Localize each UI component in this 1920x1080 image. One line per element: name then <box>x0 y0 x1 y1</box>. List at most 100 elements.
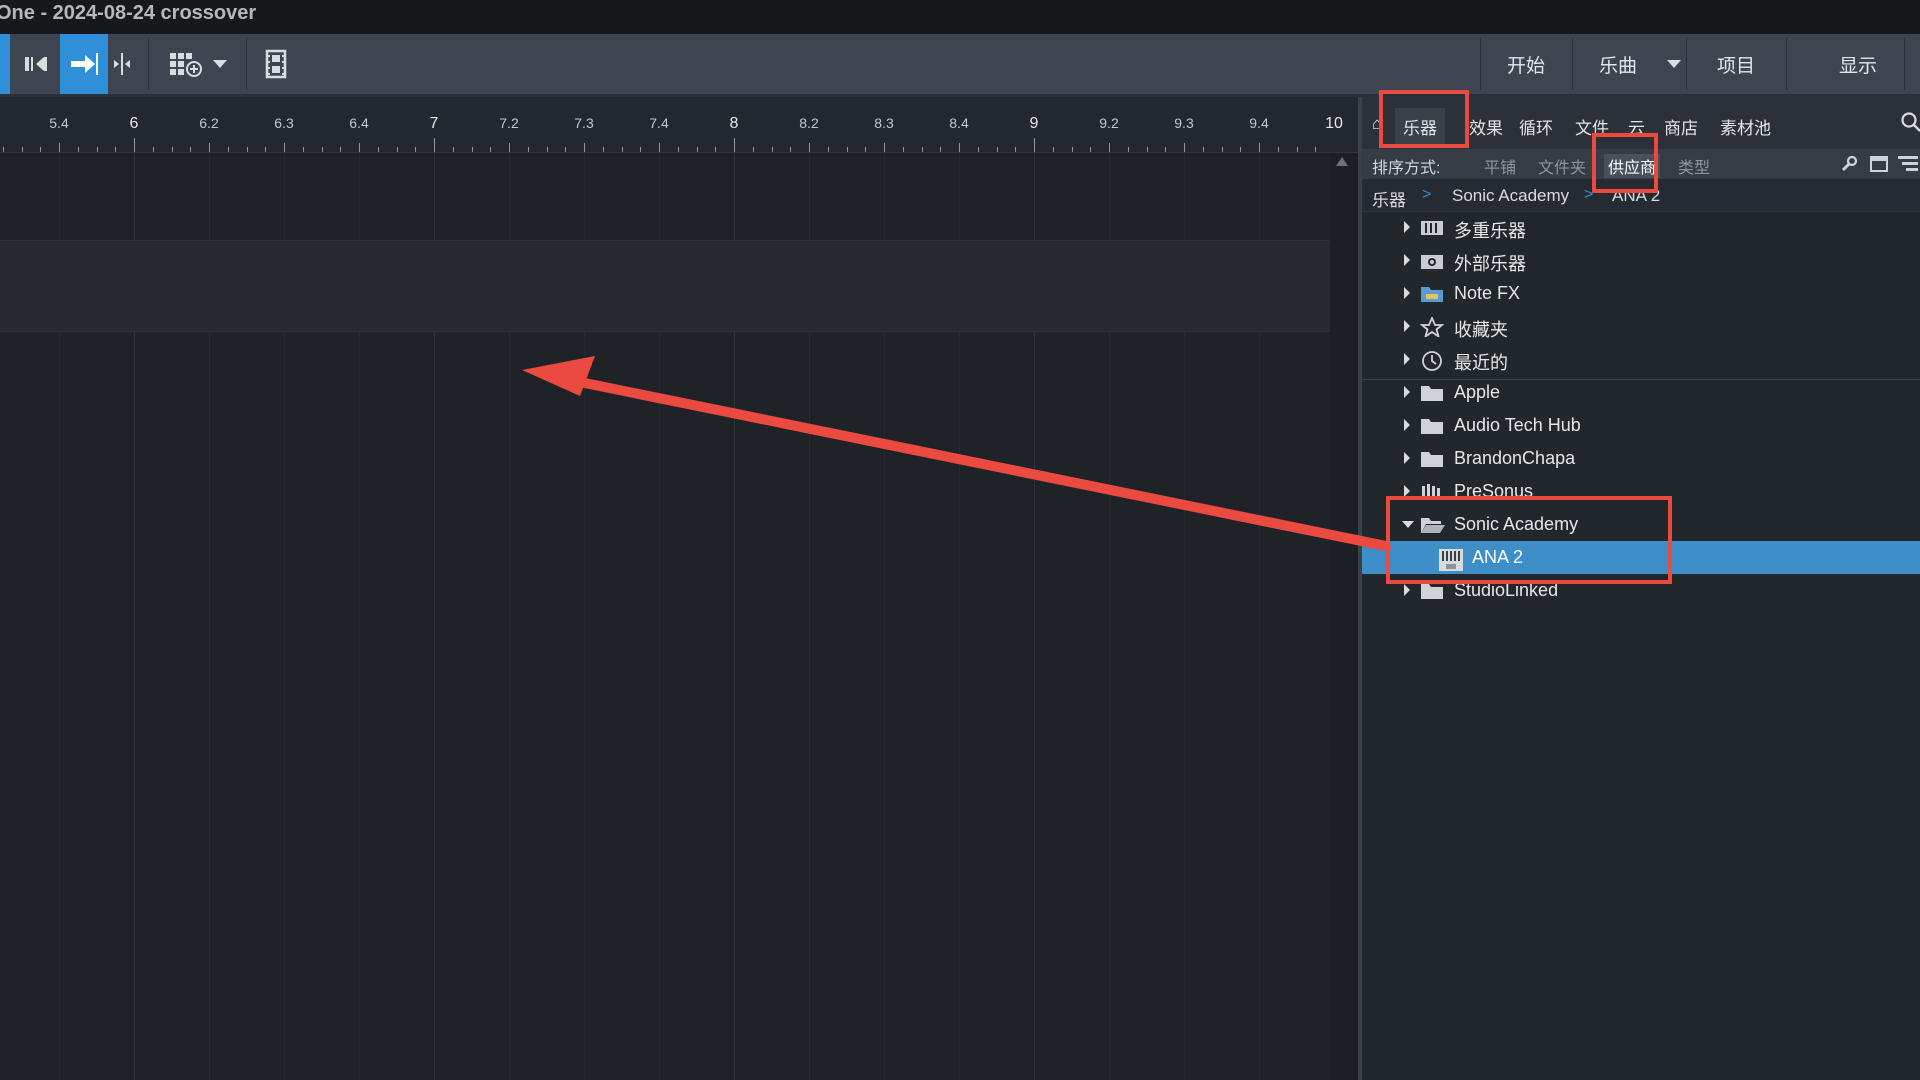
list-view-icon[interactable] <box>1898 155 1920 178</box>
tree-item-favorites[interactable]: 收藏夹 <box>1362 310 1920 343</box>
project-button[interactable]: 项目 <box>1690 34 1782 94</box>
note-fx-folder-icon <box>1420 284 1444 303</box>
browser-tabs: ⌂ 乐器 效果 循环 文件 云 商店 素材池 <box>1362 97 1920 149</box>
expand-arrow-icon[interactable] <box>1404 287 1410 299</box>
ruler-tick <box>397 147 398 152</box>
grid-add-icon[interactable] <box>164 34 208 94</box>
expand-arrow-icon[interactable] <box>1404 353 1410 365</box>
ruler-tick <box>584 143 585 152</box>
ruler-label: 6.4 <box>349 115 369 131</box>
ruler-label: 9.3 <box>1174 115 1194 131</box>
expand-arrow-icon[interactable] <box>1404 419 1410 431</box>
scroll-up-arrow-icon[interactable] <box>1336 157 1348 166</box>
title-bar: One - 2024-08-24 crossover <box>0 0 1920 34</box>
wrench-icon[interactable] <box>1840 155 1858 178</box>
window-icon[interactable] <box>1870 155 1888 178</box>
tree-item-label: PreSonus <box>1454 481 1534 501</box>
tree-item-ana2[interactable]: ANA 2 <box>1362 541 1920 574</box>
split-view-icon[interactable] <box>108 34 136 94</box>
presonus-icon <box>1420 482 1444 501</box>
ruler-tick <box>884 143 885 152</box>
tool-left-edge-button[interactable] <box>0 34 10 94</box>
ruler-label: 8.2 <box>799 115 819 131</box>
home-icon[interactable]: ⌂ <box>1372 114 1382 134</box>
tree-item-multi-instruments[interactable]: 多重乐器 <box>1362 211 1920 244</box>
expand-arrow-icon[interactable] <box>1404 452 1410 464</box>
arrangement-editor[interactable]: 5.4 6 6.2 6.3 6.4 7 7.2 7.3 7.4 8 8.2 8.3 8.4 9 9.2 9.3… <box>0 97 1358 1080</box>
tab-instruments[interactable]: 乐器 <box>1395 108 1445 145</box>
start-button[interactable]: 开始 <box>1482 34 1570 94</box>
tree-item-presonus[interactable]: PreSonus <box>1362 475 1920 508</box>
ruler-tick <box>734 138 735 152</box>
ruler-tick <box>1072 147 1073 152</box>
expand-arrow-icon[interactable] <box>1404 221 1410 233</box>
ruler-tick <box>209 143 210 152</box>
tab-effects[interactable]: 效果 <box>1469 114 1503 139</box>
tree-item-label: 外部乐器 <box>1454 254 1526 274</box>
tree-item-label: ANA 2 <box>1472 547 1524 567</box>
tab-loops[interactable]: 循环 <box>1519 114 1553 139</box>
sort-option-type[interactable]: 类型 <box>1678 154 1710 178</box>
song-dropdown-chevron-down-icon[interactable] <box>1660 34 1688 94</box>
tree-item-recent[interactable]: 最近的 <box>1362 343 1920 376</box>
ruler-tick <box>59 143 60 152</box>
search-icon[interactable] <box>1900 111 1920 138</box>
song-button[interactable]: 乐曲 <box>1574 34 1662 94</box>
ruler-tick <box>978 147 979 152</box>
tree-item-external-instruments[interactable]: 外部乐器 <box>1362 244 1920 277</box>
ruler-label: 7.2 <box>499 115 519 131</box>
tree-item-apple[interactable]: Apple <box>1362 376 1920 409</box>
tree-item-audio-tech-hub[interactable]: Audio Tech Hub <box>1362 409 1920 442</box>
tree-item-sonic-academy[interactable]: Sonic Academy <box>1362 508 1920 541</box>
ruler-tick <box>1222 147 1223 152</box>
breadcrumb-instruments[interactable]: 乐器 <box>1372 186 1406 211</box>
expand-arrow-icon[interactable] <box>1404 485 1410 497</box>
folder-icon <box>1420 416 1444 435</box>
show-button[interactable]: 显示 <box>1816 34 1900 94</box>
ruler-label: 9 <box>1029 115 1039 132</box>
ruler-tick <box>1034 138 1035 152</box>
ruler-tick <box>1315 147 1316 152</box>
ruler-tick <box>1297 147 1298 152</box>
ruler-tick <box>40 147 41 152</box>
sort-option-folder[interactable]: 文件夹 <box>1538 154 1586 178</box>
ruler-tick <box>959 143 960 152</box>
video-film-icon[interactable] <box>258 34 294 94</box>
expand-arrow-icon[interactable] <box>1404 386 1410 398</box>
tab-pool[interactable]: 素材池 <box>1720 114 1771 139</box>
tab-shop[interactable]: 商店 <box>1664 114 1698 139</box>
chevron-down-icon[interactable] <box>208 34 232 94</box>
ruler-label: 9.4 <box>1249 115 1269 131</box>
ruler-tick <box>622 147 623 152</box>
tab-files[interactable]: 文件 <box>1575 114 1609 139</box>
tree-item-brandonchapa[interactable]: BrandonChapa <box>1362 442 1920 475</box>
ruler-tick <box>340 147 341 152</box>
tree-item-studiolinked[interactable]: StudioLinked <box>1362 574 1920 607</box>
ruler-tick <box>78 147 79 152</box>
tab-cloud[interactable]: 云 <box>1628 114 1645 139</box>
ruler-tick <box>1128 147 1129 152</box>
ruler-tick <box>903 147 904 152</box>
tree-item-label: 多重乐器 <box>1454 221 1526 241</box>
ruler-tick <box>490 147 491 152</box>
timeline-ruler[interactable]: 5.4 6 6.2 6.3 6.4 7 7.2 7.3 7.4 8 8.2 8.3 8.4 9 9.2 9.3… <box>0 97 1358 153</box>
ruler-label: 7 <box>429 115 439 132</box>
expand-arrow-icon[interactable] <box>1404 584 1410 596</box>
collapse-arrow-icon[interactable] <box>1402 521 1414 528</box>
ruler-label: 6.2 <box>199 115 219 131</box>
tree-item-note-fx[interactable]: Note FX <box>1362 277 1920 310</box>
breadcrumb-sonic-academy[interactable]: Sonic Academy <box>1452 186 1569 206</box>
expand-arrow-icon[interactable] <box>1404 254 1410 266</box>
ruler-tick <box>809 143 810 152</box>
vertical-scrollbar[interactable] <box>1330 153 1358 1080</box>
expand-arrow-icon[interactable] <box>1404 320 1410 332</box>
sort-label: 排序方式: <box>1372 160 1441 177</box>
ruler-label: 8 <box>729 115 739 132</box>
follow-playhead-button[interactable] <box>60 34 108 94</box>
tree-item-label: BrandonChapa <box>1454 448 1576 468</box>
snap-back-icon[interactable] <box>18 34 54 94</box>
breadcrumb-ana2[interactable]: ANA 2 <box>1612 186 1660 206</box>
sort-option-vendor[interactable]: 供应商 <box>1604 154 1661 178</box>
sort-option-flat[interactable]: 平铺 <box>1484 154 1516 178</box>
track-lane[interactable] <box>0 240 1330 332</box>
